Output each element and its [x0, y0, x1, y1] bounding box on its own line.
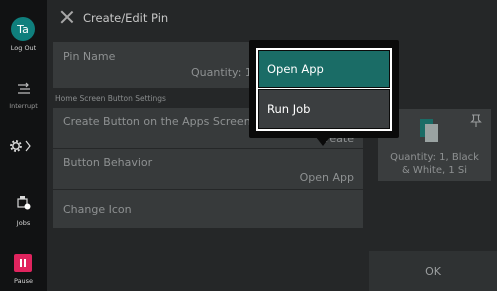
option-run-job[interactable]: Run Job — [256, 89, 392, 131]
pin-preview-line2: & White, 1 Si — [401, 165, 468, 176]
ok-button[interactable]: OK — [369, 251, 497, 291]
pin-preview-text: Quantity: 1, Black & White, 1 Si — [378, 151, 491, 177]
create-button-label: Create Button on the Apps Screen — [63, 115, 251, 128]
document-copy-icon — [420, 119, 438, 142]
option-open-app[interactable]: Open App — [256, 48, 392, 90]
change-icon-label: Change Icon — [63, 203, 132, 216]
pin-name-label: Pin Name — [63, 50, 116, 63]
left-rail: Ta Log Out Interrupt Jobs Pause — [0, 0, 47, 291]
pause-label[interactable]: Pause — [0, 277, 47, 285]
popup-caret — [316, 137, 330, 146]
section-title: Home Screen Button Settings — [55, 94, 166, 103]
logout-label[interactable]: Log Out — [0, 44, 47, 52]
button-behavior-label: Button Behavior — [63, 156, 153, 169]
interrupt-label[interactable]: Interrupt — [0, 102, 47, 110]
pin-icon[interactable] — [470, 114, 482, 127]
avatar[interactable]: Ta — [11, 17, 35, 41]
pin-preview-line1: Quantity: 1, Black — [390, 152, 479, 163]
pause-icon[interactable] — [14, 254, 32, 272]
close-icon[interactable] — [60, 10, 74, 24]
jobs-icon[interactable] — [0, 195, 47, 214]
button-behavior-row[interactable]: Button Behavior Open App — [53, 149, 363, 189]
change-icon-row[interactable]: Change Icon — [53, 190, 363, 228]
create-edit-pin-screen: Ta Log Out Interrupt Jobs Pause Create/E… — [0, 0, 497, 291]
jobs-label[interactable]: Jobs — [0, 219, 47, 227]
pin-name-value: Quantity: 1 — [191, 66, 252, 79]
page-title: Create/Edit Pin — [83, 11, 169, 25]
interrupt-icon[interactable] — [0, 79, 47, 98]
button-behavior-value: Open App — [299, 171, 354, 184]
settings-gear-icon[interactable] — [0, 138, 45, 157]
